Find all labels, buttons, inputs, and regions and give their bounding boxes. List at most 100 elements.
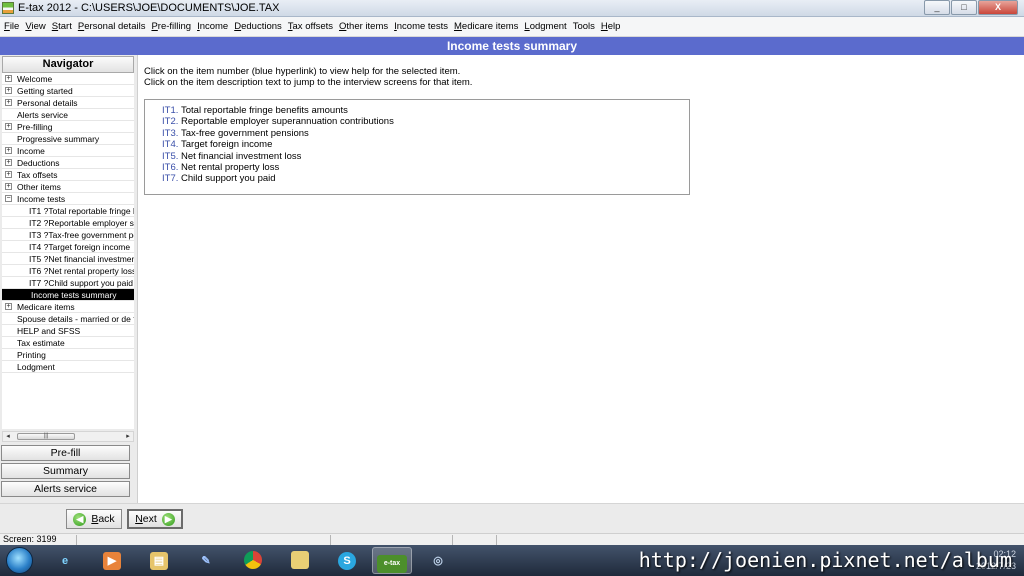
navigator-scrollbar[interactable]: ◂ ||| ▸ [2,431,134,442]
item-number-link[interactable]: IT5. [162,151,181,162]
item-description-link[interactable]: Target foreign income [181,139,272,150]
scroll-thumb[interactable]: ||| [17,433,75,440]
navigator-item[interactable]: + Personal details [2,97,134,109]
screen-number: Screen: 3199 [3,534,57,544]
navigator-item-label: Tax offsets [17,170,58,180]
close-button[interactable]: X [978,0,1018,15]
navigator-item[interactable]: Tax estimate [2,337,134,349]
page-title: Income tests summary [0,37,1024,55]
menu-item[interactable]: Medicare items [454,21,518,32]
item-number-link[interactable]: IT2. [162,116,181,127]
navigator-item[interactable]: Progressive summary [2,133,134,145]
navigator-item[interactable]: Spouse details - married or de fa [2,313,134,325]
navigator-item[interactable]: + Income [2,145,134,157]
navigator-item[interactable]: IT6 ?Net rental property loss [2,265,134,277]
menu-item[interactable]: Pre-filling [151,21,191,32]
maximize-button[interactable]: □ [951,0,977,15]
item-number-link[interactable]: IT6. [162,162,181,173]
item-description-link[interactable]: Net financial investment loss [181,151,301,162]
navigator-item[interactable]: Printing [2,349,134,361]
navigator-item[interactable]: IT4 ?Target foreign income [2,241,134,253]
scroll-left-icon[interactable]: ◂ [3,432,13,441]
navigator-item[interactable]: + Medicare items [2,301,134,313]
next-button[interactable]: Next ▶ [127,509,183,529]
navigator-item[interactable]: Income tests summary [2,289,134,301]
item-description-link[interactable]: Tax-free government pensions [181,128,309,139]
menu-item[interactable]: Personal details [78,21,146,32]
navigator-item[interactable]: IT3 ?Tax-free government pe [2,229,134,241]
expand-icon[interactable]: + [5,75,12,82]
skype-icon[interactable]: S [327,547,367,574]
menu-item[interactable]: Tax offsets [288,21,333,32]
expand-icon[interactable]: + [5,159,12,166]
menu-item[interactable]: Income [197,21,228,32]
item-description-link[interactable]: Child support you paid [181,173,276,184]
navigator-item[interactable]: + Deductions [2,157,134,169]
list-item: IT2. Reportable employer superannuation c… [162,116,689,127]
alerts-service-button[interactable]: Alerts service [1,481,130,497]
menu-bar: File View Start Personal details Pre-filling… [0,17,1024,37]
expand-icon[interactable]: + [5,183,12,190]
expand-icon[interactable]: + [5,303,12,310]
navigator-item[interactable]: + Tax offsets [2,169,134,181]
item-description-link[interactable]: Total reportable fringe benefits amounts [181,105,348,116]
navigator-item[interactable]: + Getting started [2,85,134,97]
navigator-item[interactable]: IT2 ?Reportable employer sup [2,217,134,229]
list-item: IT6. Net rental property loss [162,162,689,173]
expand-icon[interactable]: + [5,87,12,94]
menu-item[interactable]: File [4,21,19,32]
scroll-right-icon[interactable]: ▸ [123,432,133,441]
item-number-link[interactable]: IT3. [162,128,181,139]
navigator-item[interactable]: + Welcome [2,73,134,85]
list-item: IT7. Child support you paid [162,173,689,184]
back-arrow-icon: ◀ [73,512,87,526]
navigator-item-label: Lodgment [17,362,55,372]
expand-icon[interactable]: + [5,147,12,154]
expand-icon[interactable]: + [5,123,12,130]
navigator-item[interactable]: HELP and SFSS [2,325,134,337]
app-icon[interactable]: ◎ [418,547,458,574]
menu-item[interactable]: Help [601,21,621,32]
navigator-item[interactable]: IT1 ?Total reportable fringe b [2,205,134,217]
navigator-item-label: IT4 ?Target foreign income [29,242,131,252]
expand-icon[interactable]: + [5,171,12,178]
navigator-item[interactable]: + Pre-filling [2,121,134,133]
menu-item[interactable]: Lodgment [524,21,566,32]
chrome-icon[interactable] [233,547,273,574]
menu-item[interactable]: Deductions [234,21,282,32]
menu-item[interactable]: View [25,21,45,32]
item-number-link[interactable]: IT1. [162,105,181,116]
menu-item[interactable]: Income tests [394,21,448,32]
back-button[interactable]: ◀ Back [66,509,122,529]
navigator-item[interactable]: IT5 ?Net financial investment [2,253,134,265]
navigator-item-label: Income tests summary [31,290,117,300]
start-button-icon[interactable] [6,547,33,574]
item-description-link[interactable]: Reportable employer superannuation contr… [181,116,394,127]
item-number-link[interactable]: IT4. [162,139,181,150]
navigator-item[interactable]: + Other items [2,181,134,193]
explorer-icon[interactable]: ▤ [139,547,179,574]
navigator-item-label: Printing [17,350,46,360]
ie-icon[interactable]: e [45,547,85,574]
back-label: Back [91,513,115,525]
prefill-button[interactable]: Pre-fill [1,445,130,461]
navigator-item[interactable]: − Income tests [2,193,134,205]
navigator-item[interactable]: Lodgment [2,361,134,373]
tool-icon[interactable]: ✎ [186,547,226,574]
item-description-link[interactable]: Net rental property loss [181,162,279,173]
navigator-item[interactable]: Alerts service [2,109,134,121]
navigator-item[interactable]: IT7 ?Child support you paid [2,277,134,289]
navigator-item-label: Income tests [17,194,66,204]
folder-icon[interactable] [280,547,320,574]
menu-item[interactable]: Other items [339,21,388,32]
menu-item[interactable]: Tools [573,21,595,32]
etax-taskbar-icon[interactable]: e-tax [372,547,412,574]
item-number-link[interactable]: IT7. [162,173,181,184]
collapse-icon[interactable]: − [5,195,12,202]
summary-button[interactable]: Summary [1,463,130,479]
navigator-item-label: Income [17,146,45,156]
expand-icon[interactable]: + [5,99,12,106]
minimize-button[interactable]: _ [924,0,950,15]
media-player-icon[interactable]: ▶ [92,547,132,574]
menu-item[interactable]: Start [52,21,72,32]
